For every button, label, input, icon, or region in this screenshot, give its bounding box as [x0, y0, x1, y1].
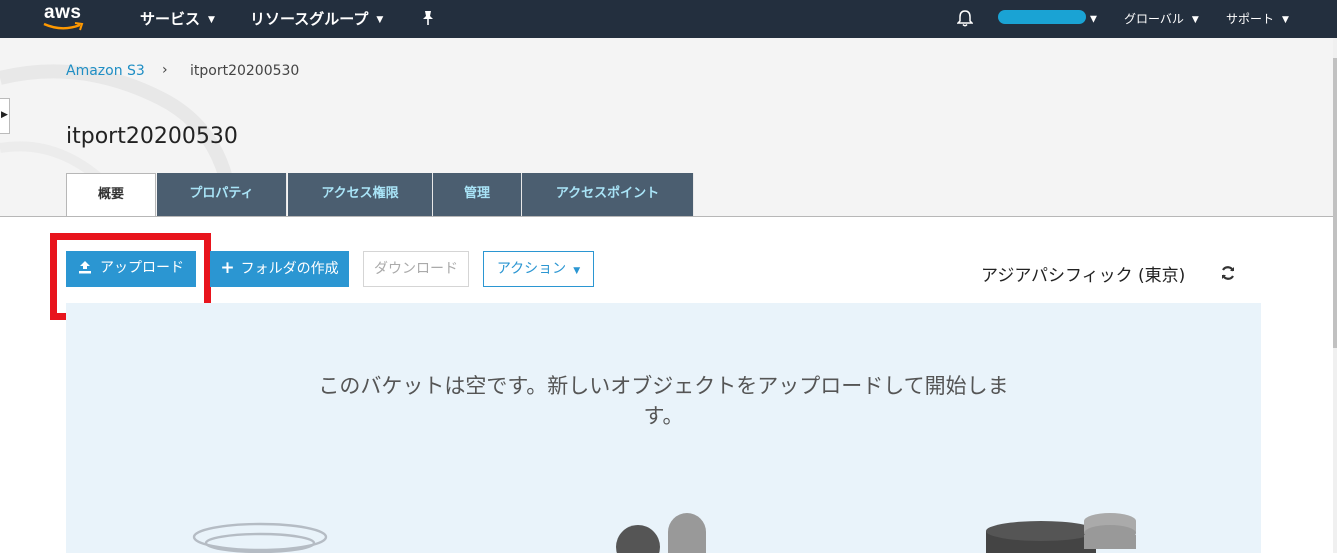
tab-management[interactable]: 管理	[433, 173, 522, 216]
pin-icon[interactable]	[421, 10, 435, 30]
page-title: itport20200530	[66, 124, 238, 149]
aws-logo-text: aws	[44, 2, 82, 23]
caret-right-icon: ▶	[1, 110, 8, 120]
chevron-down-icon: ▼	[1191, 14, 1199, 25]
chevron-down-icon: ▼	[573, 266, 581, 276]
tab-label: プロパティ	[189, 186, 254, 201]
users-icon	[616, 513, 706, 553]
aws-smile-icon	[43, 22, 84, 31]
create-folder-label: フォルダの作成	[240, 261, 339, 277]
resource-groups-menu[interactable]: リソースグループ ▼	[250, 0, 383, 38]
plus-icon: +	[220, 258, 235, 278]
breadcrumb-amazon-s3[interactable]: Amazon S3	[66, 63, 145, 79]
tab-label: 管理	[463, 186, 490, 201]
breadcrumb-separator: ›	[162, 62, 168, 78]
tab-divider	[0, 216, 1333, 217]
empty-bucket-message: このバケットは空です。新しいオブジェクトをアップロードして開始します。	[318, 374, 1009, 428]
download-label: ダウンロード	[374, 261, 458, 277]
tab-label: 概要	[97, 187, 124, 202]
bell-icon[interactable]	[956, 9, 974, 31]
chevron-down-icon: ▼	[1090, 14, 1097, 25]
tab-label: アクセス権限	[321, 186, 399, 201]
download-button[interactable]: ダウンロード	[363, 251, 469, 287]
region-label: アジアパシフィック (東京)	[981, 266, 1186, 286]
actions-label: アクション	[496, 261, 567, 277]
refresh-icon[interactable]	[1220, 265, 1236, 285]
services-menu[interactable]: サービス ▼	[140, 0, 215, 38]
actions-dropdown[interactable]: アクション ▼	[483, 251, 594, 287]
top-nav: aws サービス ▼ リソースグループ ▼ ▼ グローバル ▼ サポート ▼	[0, 0, 1337, 38]
resource-groups-label: リソースグループ	[250, 10, 369, 28]
tab-permissions[interactable]: アクセス権限	[288, 173, 433, 216]
bucket-icon	[192, 522, 328, 553]
scrollbar-thumb[interactable]	[1333, 58, 1337, 348]
create-folder-button[interactable]: + フォルダの作成	[210, 251, 349, 287]
tab-properties[interactable]: プロパティ	[157, 173, 287, 216]
aws-logo[interactable]: aws	[42, 2, 90, 34]
database-icon	[986, 513, 1136, 553]
tab-label: アクセスポイント	[555, 186, 660, 201]
region-menu[interactable]: グローバル ▼	[1124, 0, 1199, 38]
tab-overview[interactable]: 概要	[66, 173, 156, 217]
account-name-redacted[interactable]	[998, 10, 1086, 24]
breadcrumb-current: itport20200530	[190, 63, 300, 79]
chevron-down-icon: ▼	[376, 14, 384, 25]
empty-bucket-panel: このバケットは空です。新しいオブジェクトをアップロードして開始します。	[66, 303, 1261, 553]
chevron-down-icon: ▼	[208, 14, 215, 25]
services-label: サービス	[140, 10, 201, 28]
support-menu[interactable]: サポート ▼	[1226, 0, 1289, 38]
support-menu-label: サポート	[1226, 12, 1275, 26]
breadcrumb: Amazon S3 › itport20200530	[66, 62, 299, 79]
chevron-down-icon: ▼	[1282, 14, 1289, 25]
scrollbar[interactable]	[1333, 38, 1337, 553]
region-menu-label: グローバル	[1124, 12, 1184, 26]
account-caret[interactable]: ▼	[1090, 0, 1097, 38]
sidebar-toggle[interactable]: ▶	[0, 98, 10, 134]
tab-access-points[interactable]: アクセスポイント	[522, 173, 694, 216]
